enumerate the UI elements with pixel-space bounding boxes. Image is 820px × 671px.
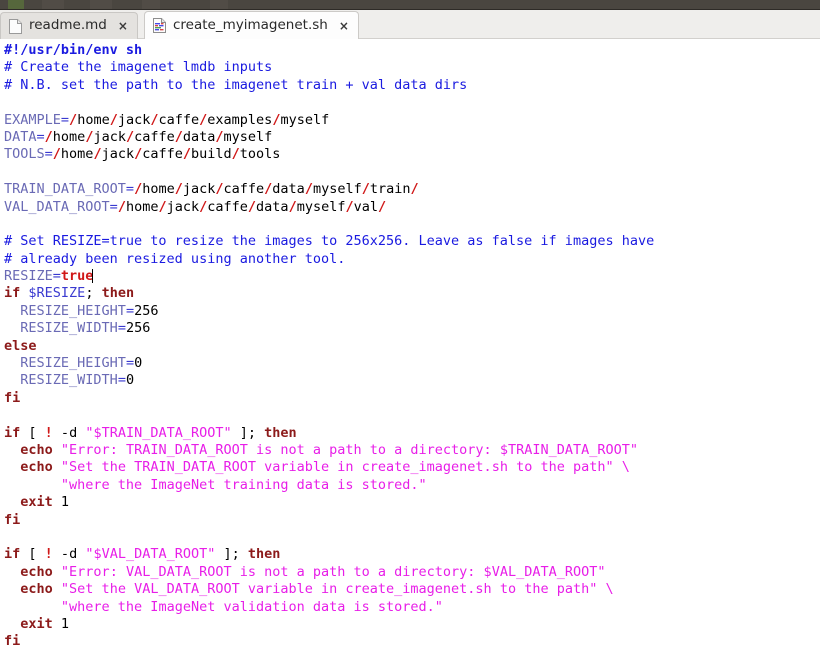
tab-label: create_myimagenet.sh [173, 16, 328, 33]
code-line: EXAMPLE=/home/jack/caffe/examples/myself [4, 111, 330, 128]
code-line: RESIZE_WIDTH=256 [20, 320, 151, 337]
code-line: TOOLS=/home/jack/caffe/build/tools [4, 146, 281, 163]
toolbar-icon-search[interactable] [210, 0, 228, 9]
toolbar-icon-open[interactable] [42, 0, 64, 9]
code-line: if [ ! -d "$TRAIN_DATA_ROOT" ]; then [4, 424, 297, 441]
document-icon [9, 18, 22, 34]
code-line: echo "Error: VAL_DATA_ROOT is not a path… [20, 563, 606, 580]
code-line: fi [4, 633, 21, 650]
code-line: TRAIN_DATA_ROOT=/home/jack/caffe/data/my… [4, 181, 419, 198]
code-line: else [4, 337, 37, 354]
code-line: VAL_DATA_ROOT=/home/jack/caffe/data/myse… [4, 198, 387, 215]
code-line: # Set RESIZE=true to resize the images t… [4, 233, 655, 250]
code-line: DATA=/home/jack/caffe/data/myself [4, 128, 273, 145]
code-line: fi [4, 389, 21, 406]
code-line: if $RESIZE; then [4, 285, 135, 302]
code-line: RESIZE_WIDTH=0 [20, 372, 135, 389]
code-line: fi [4, 511, 21, 528]
code-line: echo "Set the TRAIN_DATA_ROOT variable i… [20, 459, 630, 476]
code-line: #!/usr/bin/env sh [4, 42, 143, 58]
code-line: echo "Set the VAL_DATA_ROOT variable in … [20, 581, 614, 598]
code-line: RESIZE_HEIGHT=256 [20, 302, 159, 319]
toolbar-icon-save[interactable] [90, 0, 112, 9]
code-line: "where the ImageNet training data is sto… [60, 476, 427, 493]
tab-create-myimagenet-sh[interactable]: create_myimagenet.sh × [144, 11, 359, 39]
tab-readme-md[interactable]: readme.md × [0, 12, 138, 39]
code-line: RESIZE=true [4, 268, 94, 285]
code-editor[interactable]: #!/usr/bin/env sh # Create the imagenet l… [0, 39, 820, 671]
close-icon[interactable]: × [118, 20, 128, 32]
code-line: exit 1 [20, 615, 70, 632]
code-line: exit 1 [20, 494, 70, 511]
toolbar-icon-new[interactable] [8, 0, 24, 9]
code-content[interactable]: #!/usr/bin/env sh # Create the imagenet l… [0, 39, 820, 651]
code-line: RESIZE_HEIGHT=0 [20, 355, 143, 372]
code-line: # already been resized using another too… [4, 250, 346, 267]
code-line: if [ ! -d "$VAL_DATA_ROOT" ]; then [4, 546, 281, 563]
tab-bar: readme.md × create_myimagenet.sh × [0, 10, 820, 39]
close-icon[interactable]: × [339, 20, 349, 32]
script-document-icon [153, 18, 166, 33]
code-line: echo "Error: TRAIN_DATA_ROOT is not a pa… [20, 441, 638, 458]
code-line: # Create the imagenet lmdb inputs [4, 59, 273, 76]
window-toolbar [0, 0, 820, 10]
code-line: "where the ImageNet validation data is s… [60, 598, 443, 615]
code-line: # N.B. set the path to the imagenet trai… [4, 76, 468, 93]
tab-label: readme.md [29, 17, 107, 34]
toolbar-icon-undo[interactable] [142, 0, 160, 9]
